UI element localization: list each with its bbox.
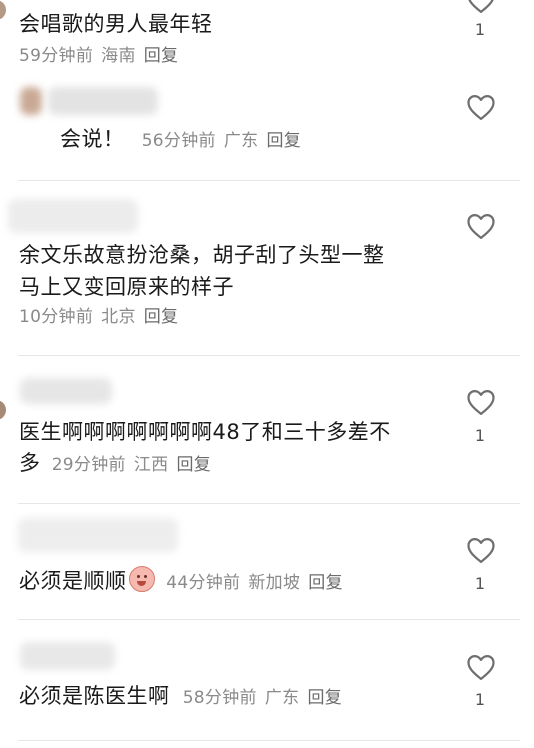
comment-item: 必须是顺顺 44分钟前 新加坡 回复 1 [0, 504, 534, 619]
username-blurred [18, 518, 178, 552]
comment-item: 会说！ 56分钟前 广东 回复 [0, 75, 534, 180]
comment-text-line2: 多 29分钟前 江西 回复 [19, 449, 219, 480]
comment-time: 59分钟前 [19, 46, 94, 66]
username-blurred [20, 378, 112, 404]
like-button[interactable] [466, 212, 496, 240]
comment-body: 必须是顺顺 [19, 569, 127, 593]
heart-outline-icon [468, 0, 494, 13]
reply-button[interactable]: 回复 [144, 307, 179, 327]
comment-item: 会唱歌的男人最年轻 59分钟前 海南 回复 1 [0, 0, 534, 75]
comment-text-line1: 余文乐故意扮沧桑，胡子刮了头型一整 [19, 243, 385, 267]
comment-text-line2: 马上又变回原来的样子 [19, 275, 234, 299]
comment-location: 新加坡 [248, 573, 301, 593]
comment-item: 必须是陈医生啊 58分钟前 广东 回复 1 [0, 620, 534, 740]
comment-location: 广东 [264, 688, 300, 708]
like-button[interactable] [466, 388, 496, 416]
like-count: 1 [474, 426, 486, 445]
reply-button[interactable]: 回复 [266, 131, 301, 151]
comment-location: 北京 [101, 307, 136, 327]
like-button[interactable] [466, 93, 496, 121]
reply-button[interactable]: 回复 [307, 688, 342, 708]
comment-time: 10分钟前 [19, 307, 94, 327]
comment-body: 必须是陈医生啊 [19, 684, 170, 708]
avatar[interactable] [0, 400, 6, 420]
comment-location: 海南 [101, 46, 136, 66]
comment-time: 29分钟前 [51, 455, 126, 475]
comment-text: 必须是陈医生啊 58分钟前 广东 回复 [19, 682, 350, 713]
comment-meta: 10分钟前 北京 回复 [19, 303, 186, 332]
comment-text: 会唱歌的男人最年轻 [19, 12, 213, 36]
username-blurred [8, 199, 138, 233]
comment-time: 58分钟前 [182, 688, 257, 708]
username-blurred [48, 87, 158, 115]
comment-body: 会说！ [60, 127, 125, 151]
divider [18, 740, 520, 741]
comment-location: 广东 [223, 131, 259, 151]
like-count: 1 [474, 574, 486, 593]
like-count: 1 [474, 20, 486, 39]
like-button[interactable] [466, 653, 496, 681]
like-button[interactable] [466, 0, 496, 14]
heart-outline-icon [467, 95, 495, 120]
comment-text: 会说！ 56分钟前 广东 回复 [60, 125, 309, 156]
pig-face-emoji-icon [128, 566, 155, 592]
comment-time: 56分钟前 [141, 131, 216, 151]
comment-item: 余文乐故意扮沧桑，胡子刮了头型一整 马上又变回原来的样子 10分钟前 北京 回复 [0, 181, 534, 355]
heart-outline-icon [467, 214, 495, 239]
comment-meta: 59分钟前 海南 回复 [19, 42, 186, 71]
like-button[interactable] [466, 536, 496, 564]
avatar-blurred[interactable] [20, 87, 42, 115]
comment-location: 江西 [133, 455, 169, 475]
reply-button[interactable]: 回复 [176, 455, 211, 475]
heart-outline-icon [467, 538, 495, 563]
comment-text: 必须是顺顺 44分钟前 新加坡 回复 [19, 566, 351, 598]
reply-button[interactable]: 回复 [144, 46, 179, 66]
comment-text-line1: 医生啊啊啊啊啊啊啊48了和三十多差不 [19, 420, 391, 444]
comment-item: 医生啊啊啊啊啊啊啊48了和三十多差不 多 29分钟前 江西 回复 1 [0, 356, 534, 503]
heart-outline-icon [467, 390, 495, 415]
comment-body: 多 [19, 451, 41, 475]
avatar[interactable] [0, 0, 6, 20]
heart-outline-icon [467, 655, 495, 680]
comment-time: 44分钟前 [166, 573, 241, 593]
like-count: 1 [474, 690, 486, 709]
username-blurred [20, 642, 115, 670]
reply-button[interactable]: 回复 [308, 573, 343, 593]
